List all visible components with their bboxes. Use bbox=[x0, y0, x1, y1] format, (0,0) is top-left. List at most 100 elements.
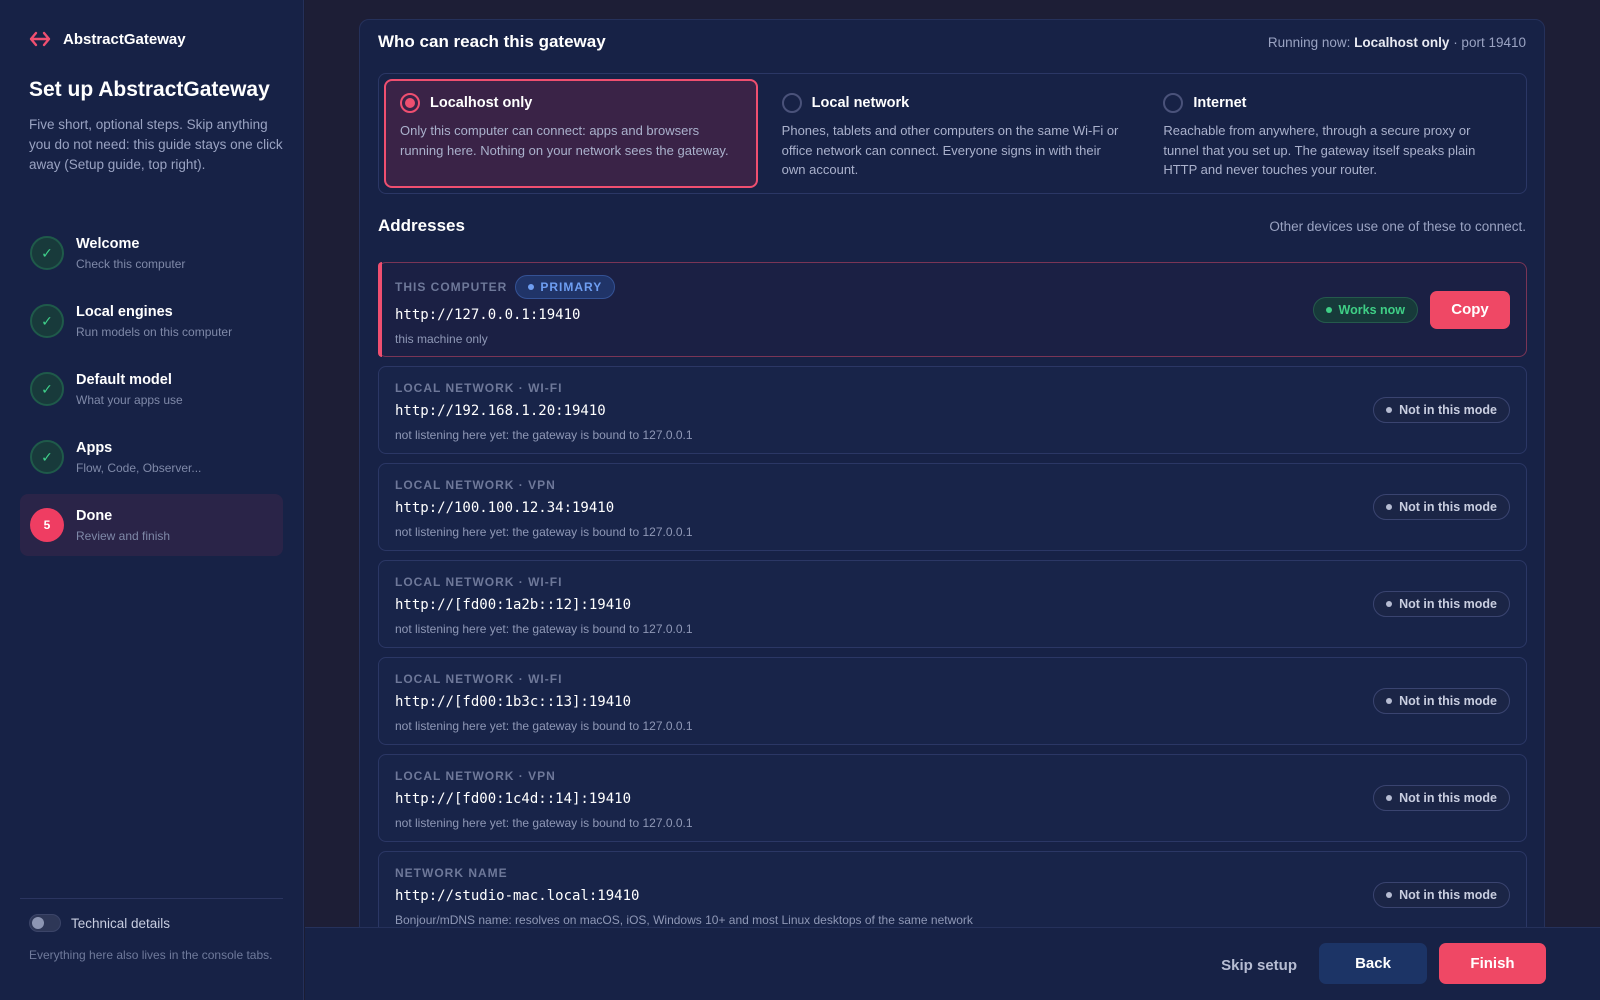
primary-badge: PRIMARY bbox=[515, 275, 616, 299]
address-row: LOCAL NETWORK · VPN http://100.100.12.34… bbox=[378, 463, 1527, 551]
status-badge: Not in this mode bbox=[1373, 591, 1510, 617]
dot-icon bbox=[1386, 601, 1393, 607]
step-name: Welcome bbox=[76, 235, 140, 252]
radio-icon[interactable] bbox=[781, 93, 802, 113]
address-label: LOCAL NETWORK · WI-FI bbox=[395, 575, 563, 589]
address-row: LOCAL NETWORK · WI-FI http://192.168.1.2… bbox=[378, 366, 1527, 454]
address-sub: not listening here yet: the gateway is b… bbox=[395, 719, 693, 733]
address-label: NETWORK NAME bbox=[395, 866, 508, 880]
technical-details-toggle[interactable] bbox=[29, 914, 61, 932]
address-row: NETWORK NAME http://studio-mac.local:194… bbox=[378, 851, 1527, 939]
brand: AbstractGateway bbox=[29, 30, 186, 48]
address-row: LOCAL NETWORK · VPN http://[fd00:1c4d::1… bbox=[378, 754, 1527, 842]
address-list: THIS COMPUTER PRIMARY http://127.0.0.1:1… bbox=[378, 262, 1527, 948]
dot-icon bbox=[1325, 306, 1332, 313]
setup-description: Five short, optional steps. Skip anythin… bbox=[29, 117, 283, 172]
mode-name: Localhost only bbox=[430, 95, 533, 111]
step-name: Local engines bbox=[76, 303, 173, 320]
status-badge: Not in this mode bbox=[1373, 688, 1510, 714]
check-icon: ✓ bbox=[30, 440, 64, 474]
sidebar: AbstractGateway Set up AbstractGateway F… bbox=[0, 0, 304, 1000]
reach-title: Who can reach this gateway bbox=[378, 32, 606, 51]
step-number-badge: 5 bbox=[30, 508, 64, 542]
dot-icon bbox=[1386, 504, 1393, 510]
address-label: LOCAL NETWORK · WI-FI bbox=[395, 672, 563, 686]
dot-icon bbox=[1386, 407, 1393, 413]
step-sub: What your apps use bbox=[76, 392, 183, 407]
address-url: http://[fd00:1a2b::12]:19410 bbox=[395, 597, 632, 613]
check-icon: ✓ bbox=[30, 236, 64, 270]
step-sub: Check this computer bbox=[76, 256, 186, 271]
mode-name: Local network bbox=[811, 95, 910, 111]
card-header: Who can reach this gateway Running now: … bbox=[378, 32, 1526, 52]
address-label: LOCAL NETWORK · VPN bbox=[395, 478, 556, 492]
address-sub: not listening here yet: the gateway is b… bbox=[395, 428, 693, 442]
radio-icon[interactable] bbox=[1163, 93, 1184, 113]
back-button[interactable]: Back bbox=[1319, 943, 1427, 984]
status-badge: Not in this mode bbox=[1373, 785, 1510, 811]
address-sub: not listening here yet: the gateway is b… bbox=[395, 816, 693, 830]
dot-icon bbox=[528, 284, 535, 290]
addresses-note: Other devices use one of these to connec… bbox=[1269, 219, 1526, 234]
status-badge: Not in this mode bbox=[1373, 882, 1510, 908]
address-label: LOCAL NETWORK · VPN bbox=[395, 769, 556, 783]
dot-icon bbox=[1386, 795, 1393, 801]
running-prefix: Running now: bbox=[1267, 35, 1355, 50]
addresses-title: Addresses bbox=[378, 216, 465, 235]
toggle-knob bbox=[32, 917, 44, 929]
status-text: Not in this mode bbox=[1399, 403, 1497, 417]
status-badge: Not in this mode bbox=[1373, 397, 1510, 423]
mode-description: Only this computer can connect: apps and… bbox=[400, 123, 729, 158]
step-list: ✓ Welcome Check this computer ✓ Local en… bbox=[20, 222, 283, 562]
dot-icon bbox=[1386, 698, 1393, 704]
step-default-model[interactable]: ✓ Default model What your apps use bbox=[20, 358, 283, 420]
running-suffix: · port 19410 bbox=[1449, 35, 1526, 50]
status-text: Not in this mode bbox=[1399, 791, 1497, 805]
double-arrow-icon bbox=[29, 30, 51, 48]
address-row: LOCAL NETWORK · WI-FI http://[fd00:1b3c:… bbox=[378, 657, 1527, 745]
skip-setup-button[interactable]: Skip setup bbox=[1221, 957, 1297, 974]
address-url: http://[fd00:1b3c::13]:19410 bbox=[395, 694, 632, 710]
step-name: Done bbox=[76, 507, 113, 524]
footer-note: Everything here also lives in the consol… bbox=[29, 948, 273, 962]
address-label: LOCAL NETWORK · WI-FI bbox=[395, 381, 563, 395]
status-text: Not in this mode bbox=[1399, 694, 1497, 708]
running-mode: Localhost only bbox=[1354, 35, 1450, 50]
setup-title: Set up AbstractGateway bbox=[29, 78, 270, 101]
address-sub: not listening here yet: the gateway is b… bbox=[395, 525, 693, 539]
mode-localhost[interactable]: Localhost only Only this computer can co… bbox=[384, 79, 758, 188]
address-url: http://192.168.1.20:19410 bbox=[395, 403, 606, 419]
copy-button[interactable]: Copy bbox=[1430, 290, 1510, 329]
address-sub: this machine only bbox=[395, 332, 488, 346]
step-welcome[interactable]: ✓ Welcome Check this computer bbox=[20, 222, 283, 284]
address-sub: not listening here yet: the gateway is b… bbox=[395, 622, 693, 636]
dot-icon bbox=[1386, 892, 1393, 898]
address-label: THIS COMPUTER bbox=[395, 280, 508, 294]
finish-button[interactable]: Finish bbox=[1439, 943, 1546, 984]
check-icon: ✓ bbox=[30, 304, 64, 338]
status-text: Not in this mode bbox=[1399, 888, 1497, 902]
address-url: http://studio-mac.local:19410 bbox=[395, 888, 640, 904]
address-url: http://100.100.12.34:19410 bbox=[395, 500, 615, 516]
address-sub: Bonjour/mDNS name: resolves on macOS, iO… bbox=[395, 913, 973, 927]
brand-name: AbstractGateway bbox=[63, 30, 186, 48]
addresses-header: Addresses Other devices use one of these… bbox=[378, 216, 1526, 236]
reach-mode-selector: Localhost only Only this computer can co… bbox=[378, 73, 1527, 194]
mode-description: Reachable from anywhere, through a secur… bbox=[1163, 123, 1476, 177]
status-text: Not in this mode bbox=[1399, 500, 1497, 514]
mode-internet[interactable]: Internet Reachable from anywhere, throug… bbox=[1147, 79, 1521, 188]
mode-local-network[interactable]: Local network Phones, tablets and other … bbox=[766, 79, 1140, 188]
radio-icon[interactable] bbox=[400, 93, 420, 113]
step-apps[interactable]: ✓ Apps Flow, Code, Observer... bbox=[20, 426, 283, 488]
technical-details-row: Technical details bbox=[20, 914, 283, 932]
status-text: Not in this mode bbox=[1399, 597, 1497, 611]
step-name: Apps bbox=[76, 439, 113, 456]
step-done[interactable]: 5 Done Review and finish bbox=[20, 494, 283, 556]
technical-details-label: Technical details bbox=[71, 915, 171, 931]
step-local-engines[interactable]: ✓ Local engines Run models on this compu… bbox=[20, 290, 283, 352]
address-row-primary: THIS COMPUTER PRIMARY http://127.0.0.1:1… bbox=[378, 262, 1527, 357]
footer-action-bar: Skip setup Back Finish bbox=[305, 927, 1600, 1000]
main-panel: Who can reach this gateway Running now: … bbox=[305, 0, 1600, 1000]
mode-name: Internet bbox=[1193, 95, 1247, 111]
address-row: LOCAL NETWORK · WI-FI http://[fd00:1a2b:… bbox=[378, 560, 1527, 648]
